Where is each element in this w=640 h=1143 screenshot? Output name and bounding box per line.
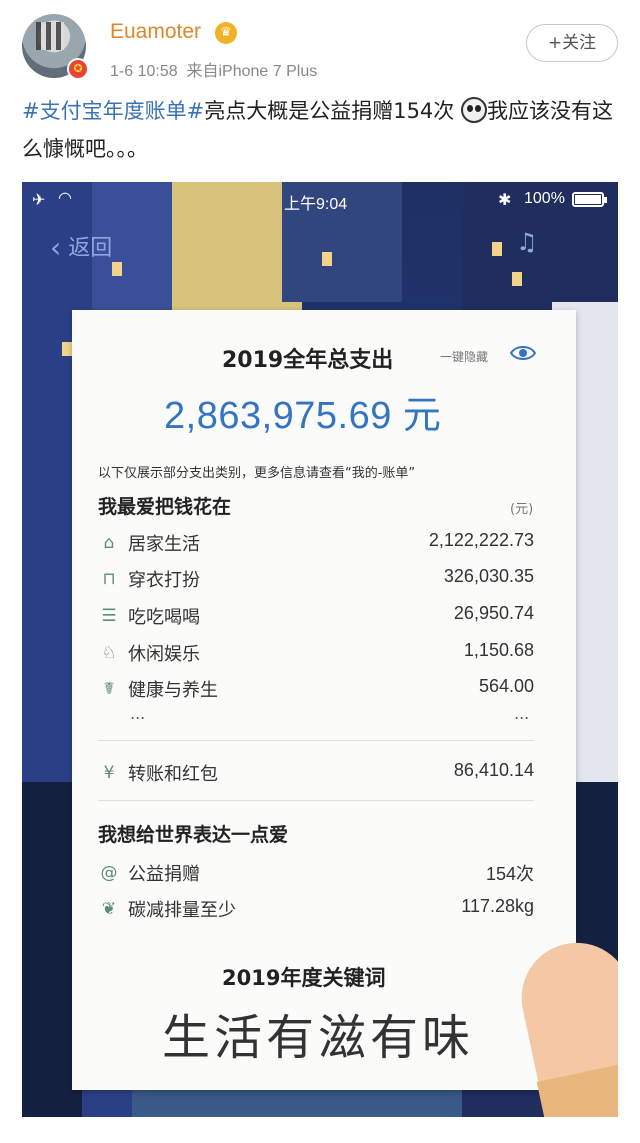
back-label: 返回 xyxy=(68,236,113,261)
window-light xyxy=(112,262,122,276)
status-time: 上午9:04 xyxy=(284,196,348,213)
love-label: 碳减排量至少 xyxy=(128,900,236,921)
food-icon: ☰ xyxy=(101,606,117,626)
window-light xyxy=(492,242,502,256)
transfer-row[interactable]: ¥ 转账和红包 86,410.14 xyxy=(98,758,534,788)
username[interactable]: Euamoter xyxy=(110,20,201,44)
spend-value: 1,150.68 xyxy=(463,640,534,660)
window-light xyxy=(322,252,332,266)
avatar-mosaic xyxy=(36,22,64,50)
spend-row[interactable]: ☤ 健康与养生 564.00 xyxy=(98,674,534,704)
window-light xyxy=(512,272,522,286)
panda-icon xyxy=(460,97,487,123)
spend-label: 休闲娱乐 xyxy=(128,644,200,665)
spend-label: 健康与养生 xyxy=(128,680,218,701)
phone-status-bar: ✈ ◠ 上午9:04 ✱ 100% xyxy=(22,182,618,216)
bluetooth-icon: ✱ xyxy=(498,192,512,209)
spend-section-title: 我最爱把钱花在 xyxy=(98,496,232,518)
chevron-left-icon: ‹ xyxy=(50,231,62,264)
post-source: 来自iPhone 7 Plus xyxy=(186,63,318,80)
keyword-value: 生活有滋有味 xyxy=(162,1010,475,1066)
eye-icon[interactable] xyxy=(510,344,536,362)
follow-button[interactable]: +关注 xyxy=(526,24,618,62)
spend-row[interactable]: ☰ 吃吃喝喝 26,950.74 xyxy=(98,601,534,631)
spend-label: 居家生活 xyxy=(128,534,200,555)
spend-row[interactable]: ⌂ 居家生活 2,122,222.73 xyxy=(98,528,534,558)
spend-value: 26,950.74 xyxy=(453,603,534,623)
battery-icon xyxy=(572,192,607,207)
unit-label: (元) xyxy=(510,502,534,517)
redpacket-icon: ¥ xyxy=(103,763,115,783)
love-label: 公益捐赠 xyxy=(128,864,200,885)
post-text: #支付宝年度账单#亮点大概是公益捐赠154次 我应该没有这么慷慨吧。。。 xyxy=(22,92,622,168)
spend-value: 326,030.35 xyxy=(443,566,534,586)
spend-label: 穿衣打扮 xyxy=(128,570,200,591)
ellipsis-right: ... xyxy=(514,704,530,723)
spend-value: 2,122,222.73 xyxy=(428,530,534,550)
back-button[interactable]: ‹ 返回 xyxy=(50,230,112,264)
post-header: ✪ Euamoter ♛ 1-6 10:58 来自iPhone 7 Plus +… xyxy=(0,0,640,92)
hide-toggle[interactable]: 一键隐藏 xyxy=(440,348,488,365)
leisure-icon: ♘ xyxy=(101,643,117,663)
battery-percent: 100% xyxy=(524,190,565,207)
charity-icon: @ xyxy=(100,863,118,883)
love-section-title: 我想给世界表达一点爱 xyxy=(98,824,289,846)
info-note: 以下仅展示部分支出类别，更多信息请查看“我的-账单” xyxy=(98,466,416,481)
leaf-icon: ❦ xyxy=(101,899,117,919)
total-title: 2019全年总支出 xyxy=(222,348,394,373)
post-time: 1-6 10:58 xyxy=(110,63,178,80)
ellipsis-left: ... xyxy=(130,704,146,723)
love-row[interactable]: ❦ 碳减排量至少 117.28kg xyxy=(98,894,534,924)
post-text-part1: 亮点大概是公益捐赠154次 xyxy=(204,99,455,123)
transfer-label: 转账和红包 xyxy=(128,764,218,785)
window-light xyxy=(62,342,72,356)
love-value: 154次 xyxy=(485,864,534,884)
airplane-icon: ✈ xyxy=(32,192,46,209)
hashtag-link[interactable]: #支付宝年度账单# xyxy=(22,99,204,123)
spend-row[interactable]: ⊓ 穿衣打扮 326,030.35 xyxy=(98,564,534,594)
divider xyxy=(98,740,534,741)
transfer-value: 86,410.14 xyxy=(453,760,534,780)
love-value: 117.28kg xyxy=(461,896,534,916)
home-icon: ⌂ xyxy=(103,533,115,553)
love-row[interactable]: @ 公益捐赠 154次 xyxy=(98,858,535,888)
spend-value: 564.00 xyxy=(478,676,534,696)
spend-row[interactable]: ♘ 休闲娱乐 1,150.68 xyxy=(98,638,534,668)
post-meta: 1-6 10:58 来自iPhone 7 Plus xyxy=(110,57,317,81)
health-icon: ☤ xyxy=(103,679,115,699)
crown-icon: ♛ xyxy=(215,22,237,44)
total-amount: 2,863,975.69 元 xyxy=(164,395,442,437)
clothes-icon: ⊓ xyxy=(102,569,116,589)
wifi-icon: ◠ xyxy=(58,190,72,207)
keyword-title: 2019年度关键词 xyxy=(222,966,386,990)
music-icon[interactable]: ♫ xyxy=(516,228,538,256)
divider xyxy=(98,800,534,801)
spend-label: 吃吃喝喝 xyxy=(128,607,200,628)
vip-badge-icon: ✪ xyxy=(67,58,89,80)
